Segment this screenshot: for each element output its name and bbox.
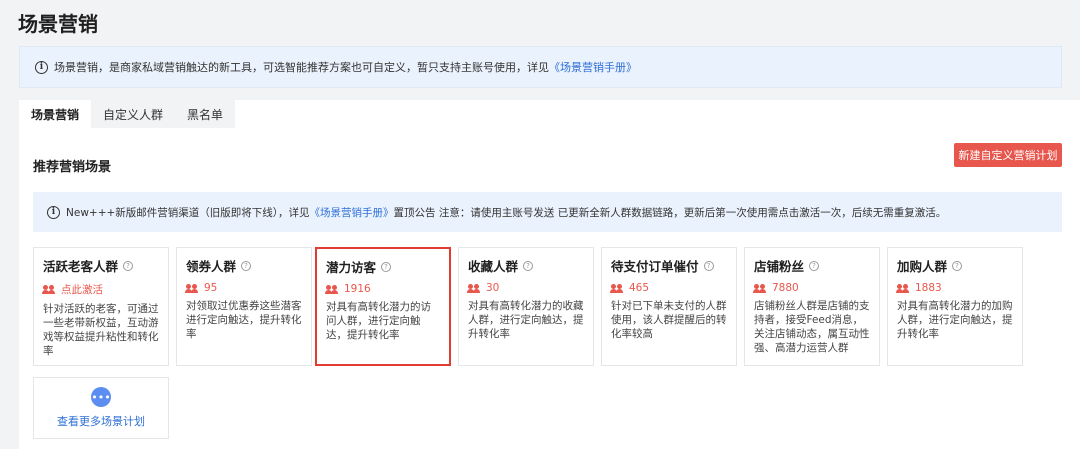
notice-text: 场景营销，是商家私域营销触达的新工具，可选智能推荐方案也可自定义，暂只支持主账号… xyxy=(54,61,549,74)
scene-card[interactable]: 领券人群? 95 对领取过优惠券这些潜客进行定向触达，提升转化率 xyxy=(176,247,312,366)
people-icon xyxy=(753,283,767,293)
scene-card[interactable]: 店铺粉丝? 7880 店铺粉丝人群是店铺的支持者，接受Feed消息，关注店铺动态… xyxy=(744,247,880,366)
tab-custom-audience[interactable]: 自定义人群 xyxy=(91,100,176,128)
main-panel: 场景营销 自定义人群 黑名单 推荐营销场景 新建自定义营销计划 i New+++… xyxy=(19,100,1080,449)
card-desc: 对具有高转化潜力的收藏人群，进行定向触达，提升转化率 xyxy=(468,300,584,340)
more-scenes-label[interactable]: 查看更多场景计划 xyxy=(57,413,145,429)
card-stat: 7880 xyxy=(772,282,799,294)
card-stat: 1883 xyxy=(915,282,942,294)
tab-blacklist[interactable]: 黑名单 xyxy=(175,100,236,128)
help-icon[interactable]: ? xyxy=(381,261,392,272)
new-custom-plan-button[interactable]: 新建自定义营销计划 xyxy=(954,143,1062,167)
announcement-text-after: 置顶公告 注意：请使用主账号发送 已更新全新人群数据链路，更新后第一次使用需点击… xyxy=(393,206,947,219)
card-desc: 对领取过优惠券这些潜客进行定向触达，提升转化率 xyxy=(186,300,302,340)
scene-card[interactable]: 活跃老客人群? 点此激活 针对活跃的老客，可通过一些老带新权益，互动游戏等权益提… xyxy=(33,247,169,366)
scene-card-selected[interactable]: 潜力访客? 1916 对具有高转化潜力的访问人群，进行定向触达，提升转化率 xyxy=(315,247,451,366)
card-desc: 对具有高转化潜力的访问人群，进行定向触达，提升转化率 xyxy=(326,301,431,341)
card-title: 店铺粉丝 xyxy=(754,259,805,274)
people-icon xyxy=(467,283,481,293)
scene-card[interactable]: 收藏人群? 30 对具有高转化潜力的收藏人群，进行定向触达，提升转化率 xyxy=(458,247,594,366)
info-icon: i xyxy=(47,205,60,219)
announcement-text-before: New+++新版邮件营销渠道（旧版即将下线），详见 xyxy=(66,206,310,219)
card-desc: 店铺粉丝人群是店铺的支持者，接受Feed消息，关注店铺动态，属互动性强、高潜力运… xyxy=(754,300,870,354)
help-icon[interactable]: ? xyxy=(123,260,134,271)
help-icon[interactable]: ? xyxy=(809,260,820,271)
card-desc: 针对已下单未支付的人群使用，该人群提醒后的转化率较高 xyxy=(611,300,727,340)
announcement-banner: i New+++新版邮件营销渠道（旧版即将下线），详见 《场景营销手册》 置顶公… xyxy=(33,192,1062,232)
card-title: 活跃老客人群 xyxy=(43,259,119,274)
card-desc: 对具有高转化潜力的加购人群，进行定向触达，提升转化率 xyxy=(897,300,1013,340)
people-icon xyxy=(896,283,910,293)
card-desc: 针对活跃的老客，可通过一些老带新权益，互动游戏等权益提升粘性和转化率 xyxy=(43,303,159,357)
more-scenes-card[interactable]: ••• 查看更多场景计划 xyxy=(33,377,169,439)
scene-card[interactable]: 加购人群? 1883 对具有高转化潜力的加购人群，进行定向触达，提升转化率 xyxy=(887,247,1023,366)
people-icon xyxy=(185,283,199,293)
card-stat[interactable]: 点此激活 xyxy=(61,282,103,297)
manual-link[interactable]: 《场景营销手册》 xyxy=(549,59,637,75)
notice-banner: i 场景营销，是商家私域营销触达的新工具，可选智能推荐方案也可自定义，暂只支持主… xyxy=(19,46,1062,88)
help-icon[interactable]: ? xyxy=(703,260,714,271)
card-title: 潜力访客 xyxy=(326,260,377,275)
card-stat: 1916 xyxy=(344,283,371,295)
more-dots-icon: ••• xyxy=(91,387,111,407)
card-stat: 95 xyxy=(204,282,218,294)
scene-card[interactable]: 待支付订单催付? 465 针对已下单未支付的人群使用，该人群提醒后的转化率较高 xyxy=(601,247,737,366)
card-stat: 465 xyxy=(629,282,650,294)
people-icon xyxy=(610,283,624,293)
page-title: 场景营销 xyxy=(18,12,98,36)
tab-scene-marketing[interactable]: 场景营销 xyxy=(19,100,92,128)
people-icon xyxy=(42,285,56,294)
info-icon: i xyxy=(35,60,48,74)
help-icon[interactable]: ? xyxy=(241,260,252,271)
card-title: 领券人群 xyxy=(186,259,237,274)
help-icon[interactable]: ? xyxy=(952,260,963,271)
card-title: 收藏人群 xyxy=(468,259,519,274)
section-title: 推荐营销场景 xyxy=(33,160,112,175)
people-icon xyxy=(325,284,339,294)
card-title: 加购人群 xyxy=(897,259,948,274)
card-title: 待支付订单催付 xyxy=(611,259,699,274)
tab-bar: 场景营销 自定义人群 黑名单 xyxy=(19,100,236,128)
help-icon[interactable]: ? xyxy=(523,260,534,271)
card-stat: 30 xyxy=(486,282,500,294)
manual-link[interactable]: 《场景营销手册》 xyxy=(310,205,394,220)
